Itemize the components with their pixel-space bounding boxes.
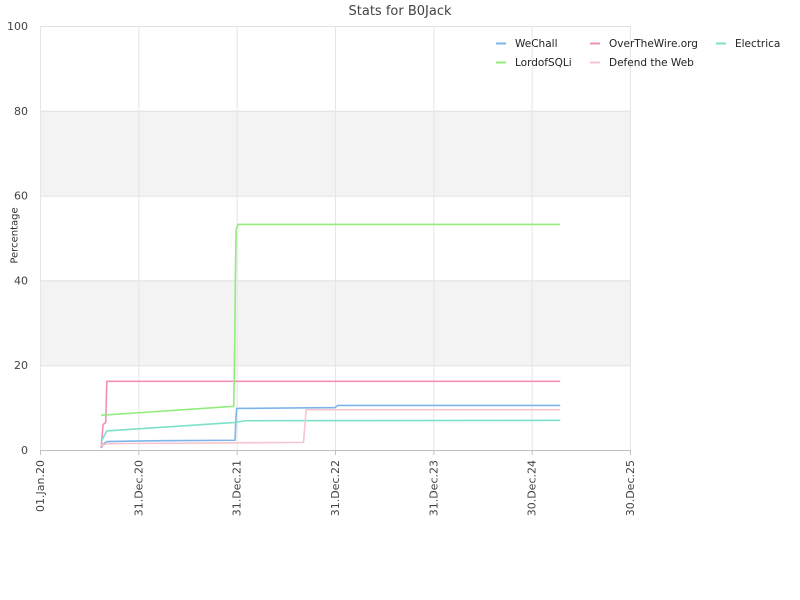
legend-label: WeChall xyxy=(515,38,557,50)
y-tick-label: 80 xyxy=(14,105,28,118)
x-tick-label: 30.Dec.25 xyxy=(624,460,637,516)
series-line-1 xyxy=(100,380,561,448)
y-tick-label: 0 xyxy=(21,444,28,457)
x-tick-label: 31.Dec.23 xyxy=(427,460,440,516)
legend-label: OverTheWire.org xyxy=(609,38,698,50)
chart: Stats for B0Jack Percentage 0 20 40 60 80 100… xyxy=(0,0,800,600)
legend-item: WeChall xyxy=(496,38,557,50)
grid-lines xyxy=(40,26,631,451)
y-tick-label: 60 xyxy=(14,190,28,203)
legend-item: OverTheWire.org xyxy=(590,38,698,50)
y-tick-label: 20 xyxy=(14,359,28,372)
legend-item: LordofSQLi xyxy=(496,57,572,69)
x-tick-label: 31.Dec.20 xyxy=(132,460,145,516)
legend-label: Electrica xyxy=(735,38,780,50)
chart-svg: 0 20 40 60 80 100 01.Jan.20 31.Dec.20 31.Dec.21 3… xyxy=(7,20,780,516)
x-tick-label: 31.Dec.21 xyxy=(231,460,244,516)
x-tick-label: 31.Dec.22 xyxy=(329,460,342,516)
legend-item: Electrica xyxy=(716,38,780,50)
legend-label: Defend the Web xyxy=(609,57,694,69)
x-tick-label: 01.Jan.20 xyxy=(34,460,47,512)
legend: WeChall OverTheWire.org Electrica LordofSQL… xyxy=(496,38,780,69)
series-line-2 xyxy=(100,419,561,442)
legend-label: LordofSQLi xyxy=(515,57,572,69)
y-tick-label: 100 xyxy=(7,20,28,33)
legend-item: Defend the Web xyxy=(590,57,694,69)
y-tick-label: 40 xyxy=(14,274,28,287)
x-tick-label: 30.Dec.24 xyxy=(526,460,539,516)
